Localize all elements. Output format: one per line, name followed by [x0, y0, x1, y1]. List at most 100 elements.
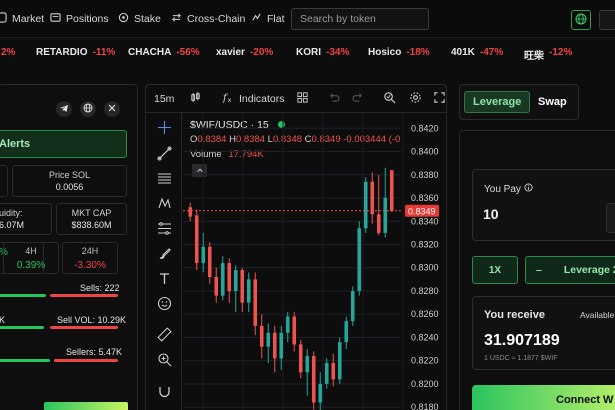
nav-market[interactable]: Market	[0, 12, 44, 26]
ticker-change: -12%	[549, 47, 573, 58]
nav-flat[interactable]: Flat	[251, 12, 285, 26]
wallet-button[interactable]	[599, 10, 615, 30]
nav-cross-chain-label: Cross-Chain	[187, 13, 246, 25]
ticker-symbol: RETARDIO	[36, 47, 88, 58]
nav-stake[interactable]: Stake	[118, 12, 161, 26]
candle-body	[266, 332, 271, 347]
x-link[interactable]	[104, 101, 120, 117]
drawing-tools	[146, 113, 182, 410]
ticker-item[interactable]: KORI -34%	[296, 47, 349, 58]
candle-body	[331, 363, 336, 380]
chart-settings-button[interactable]	[409, 92, 422, 106]
leverage-1x-label: 1X	[488, 264, 502, 276]
gear-icon	[409, 91, 422, 107]
ticker-item[interactable]: 2%	[0, 47, 15, 58]
ticker-item[interactable]: CHACHA -56%	[128, 47, 200, 58]
layout-button[interactable]	[296, 92, 309, 106]
ticker-item[interactable]: 401K -47%	[451, 47, 503, 58]
ticker-change: -47%	[479, 47, 504, 58]
interval-selector[interactable]: 15m	[154, 92, 174, 106]
nav-positions-label: Positions	[66, 13, 109, 25]
candle-body	[324, 363, 329, 384]
y-tick-label: 0.8340	[411, 216, 439, 226]
fullscreen-button[interactable]	[433, 92, 446, 106]
buy-volume: K	[0, 315, 6, 325]
indicators-button[interactable]: f x Indicators	[222, 92, 285, 106]
tab-swap[interactable]: Swap	[530, 91, 575, 113]
emoji-tool[interactable]	[156, 296, 172, 313]
timeframe-value: 0.39%	[16, 260, 46, 271]
candle-body	[311, 356, 316, 403]
positions-icon	[50, 12, 61, 26]
search-symbol-button[interactable]	[383, 92, 396, 106]
timeframe-label: 24H	[81, 246, 99, 256]
candle-type-button[interactable]	[189, 91, 202, 107]
chart-toolbar: 15m f x Indicators	[146, 85, 446, 113]
price-sol-label: Price SOL	[48, 170, 90, 180]
connect-wallet-button[interactable]: Connect W	[472, 385, 615, 410]
ticker-item[interactable]: Hosico -18%	[368, 47, 430, 58]
liquidity-box: uidity: 6.07M	[0, 203, 52, 235]
horizontal-lines-tool[interactable]	[156, 172, 172, 188]
ticker-item[interactable]: 旺柴 -12%	[524, 47, 572, 62]
alerts-button[interactable]: Alerts	[0, 130, 127, 158]
crosshair-icon	[157, 120, 172, 138]
undo-button[interactable]	[327, 92, 340, 106]
redo-button[interactable]	[352, 92, 365, 106]
timeframe-box-4h[interactable]: 4H 0.39%	[3, 242, 59, 274]
fib-tool[interactable]	[156, 222, 172, 238]
timeframe-value: -3.30%	[74, 260, 106, 271]
candle-body	[370, 181, 375, 215]
leverage-minus-button[interactable]: –	[536, 264, 542, 276]
y-tick-label: 0.8400	[411, 147, 439, 157]
tab-leverage[interactable]: Leverage	[464, 91, 531, 113]
connect-wallet-label: Connect W	[556, 394, 614, 406]
sellers-bar	[54, 359, 118, 362]
you-receive-label: You receive	[484, 309, 545, 321]
crosshair-tool[interactable]	[156, 121, 172, 137]
tab-swap-label: Swap	[538, 96, 567, 108]
promo-banner[interactable]	[44, 402, 128, 410]
you-pay-label: You Pay	[484, 183, 533, 195]
candle-body	[305, 356, 310, 373]
magnet-tool[interactable]	[156, 385, 172, 401]
text-tool[interactable]	[156, 272, 172, 288]
price-chart[interactable]: 0.8420 0.8400 0.8380 0.8360 0.8340 0.8320 0.83…	[183, 113, 447, 410]
cross-chain-icon	[171, 12, 182, 26]
leverage-1x-button[interactable]: 1X	[472, 256, 518, 284]
ticker-symbol: KORI	[296, 47, 321, 58]
language-button[interactable]	[571, 10, 591, 30]
ruler-tool[interactable]	[156, 327, 172, 344]
pay-amount-input[interactable]	[483, 206, 593, 222]
ticker-item[interactable]: RETARDIO -11%	[36, 47, 115, 58]
brush-tool[interactable]	[156, 247, 172, 263]
timeframe-label: 4H	[25, 246, 37, 256]
nav-positions[interactable]: Positions	[50, 12, 109, 26]
y-tick-label: 0.8260	[411, 309, 439, 319]
timeframe-box-24h[interactable]: 24H -3.30%	[62, 242, 118, 274]
buyers-bar	[0, 359, 50, 362]
trendline-tool[interactable]	[156, 146, 172, 163]
trending-ticker: 2% RETARDIO -11% CHACHA -56% xavier -20% KO…	[0, 40, 615, 66]
buys-bar	[0, 294, 46, 297]
candlestick-icon	[189, 91, 202, 107]
pay-token-selector[interactable]	[606, 203, 615, 233]
nav-cross-chain[interactable]: Cross-Chain	[171, 12, 245, 26]
info-icon	[524, 183, 533, 195]
zoom-in-tool[interactable]	[156, 353, 172, 369]
website-link[interactable]	[80, 101, 96, 117]
leverage-control[interactable]: – Leverage 2	[525, 256, 615, 284]
search-input[interactable]	[300, 13, 420, 25]
ticker-symbol: CHACHA	[128, 47, 172, 58]
indicators-label: Indicators	[239, 93, 285, 105]
candle-body	[259, 325, 264, 347]
top-nav: Market Positions Stake Cross-Chain Flat	[0, 0, 615, 38]
search-box[interactable]	[291, 8, 429, 30]
candle-body	[214, 277, 219, 296]
telegram-link[interactable]	[56, 101, 72, 117]
y-tick-label: 0.8380	[411, 170, 439, 180]
pattern-tool[interactable]	[156, 197, 172, 213]
nav-flat-label: Flat	[267, 13, 285, 25]
ticker-item[interactable]: xavier -20%	[216, 47, 273, 58]
price-sol-value: 0.0056	[55, 182, 84, 192]
